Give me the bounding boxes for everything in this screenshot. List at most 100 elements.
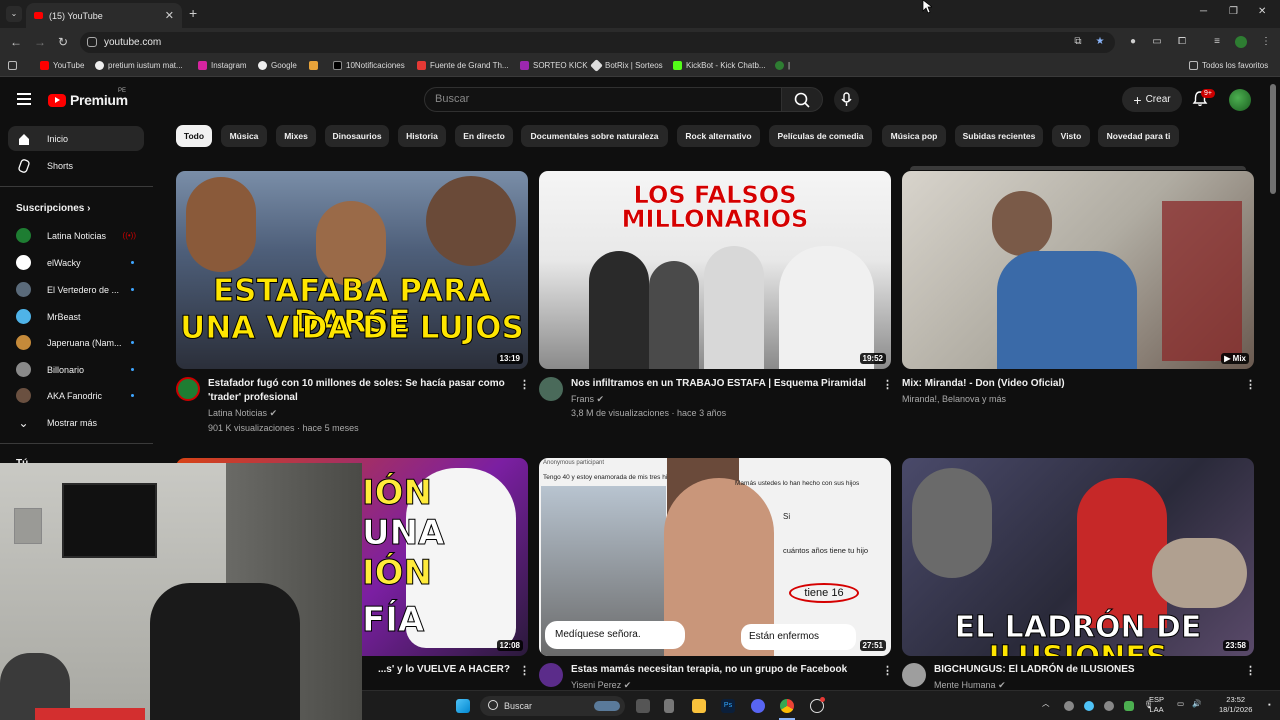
tray-icon[interactable] (1064, 701, 1074, 711)
chip-all[interactable]: Todo (176, 125, 212, 147)
tab-search-button[interactable]: ⌄ (6, 6, 22, 22)
hamburger-menu-icon[interactable] (17, 93, 31, 108)
bookmark-item[interactable]: 10Notificaciones (333, 61, 405, 70)
video-title[interactable]: BIGCHUNGUS: El LADRÓN de ILUSIONES (934, 663, 1234, 677)
chip[interactable]: Dinosaurios (325, 125, 389, 147)
search-input[interactable]: Buscar (424, 87, 782, 112)
discord-icon[interactable] (751, 699, 765, 713)
video-thumbnail[interactable]: Anonymous participant Tengo 40 y estoy e… (539, 458, 891, 656)
more-options-icon[interactable]: ⋮ (1245, 378, 1256, 391)
video-thumbnail[interactable]: EL LADRÓN DE ILUSIONES 23:58 (902, 458, 1254, 656)
maximize-icon[interactable]: ❐ (1229, 6, 1238, 17)
extension-icon[interactable]: ● (1127, 36, 1139, 48)
chip[interactable]: Documentales sobre naturaleza (521, 125, 668, 147)
new-tab-button[interactable]: + (189, 5, 197, 21)
chip[interactable]: En directo (455, 125, 513, 147)
video-title[interactable]: Mix: Miranda! - Don (Video Oficial) (902, 377, 1232, 391)
video-thumbnail[interactable]: LOS FALSOS MILLONARIOS 19:52 (539, 171, 891, 369)
bookmark-item[interactable]: YouTube (40, 61, 84, 70)
sidebar-item-shorts[interactable]: Shorts (8, 153, 144, 178)
clock[interactable]: 23:52 18/1/2026 (1219, 695, 1252, 715)
sidebar-item-home[interactable]: Inicio (8, 126, 144, 151)
channel-name[interactable]: Latina Noticias ✔ (208, 406, 277, 420)
channel-avatar[interactable] (539, 377, 563, 401)
sidebar-item-subscription[interactable]: El Vertedero de ... (8, 277, 144, 302)
sidebar-item-subscription[interactable]: Japeruana (Nam... (8, 330, 144, 355)
chip[interactable]: Mixes (276, 125, 316, 147)
chip[interactable]: Subidas recientes (955, 125, 1043, 147)
chip[interactable]: Música pop (882, 125, 946, 147)
video-title[interactable]: ...s' y lo VUELVE A HACER? (340, 663, 510, 677)
bookmark-item[interactable]: KickBot - Kick Chatb... (673, 61, 766, 70)
show-more-button[interactable]: ⌄ Mostrar más (8, 410, 144, 435)
site-info-icon[interactable] (87, 37, 97, 47)
volume-icon[interactable]: 🔊 (1192, 699, 1201, 709)
sidebar-item-subscription[interactable]: AKA Fanodric (8, 383, 144, 408)
url-field[interactable]: youtube.com (80, 32, 1115, 53)
sidebar-item-subscription[interactable]: elWacky (8, 250, 144, 275)
bookmark-item[interactable]: Google (258, 61, 297, 70)
apps-grid-icon[interactable] (8, 61, 17, 70)
channel-name[interactable]: Miranda!, Belanova y más (902, 392, 1006, 406)
extensions-puzzle-icon[interactable]: ⧠ (1176, 36, 1188, 48)
channel-name[interactable]: Frans ✔ (571, 392, 604, 406)
chip[interactable]: Visto (1052, 125, 1090, 147)
close-window-icon[interactable]: ✕ (1258, 6, 1266, 17)
install-app-icon[interactable]: ⧉ (1072, 36, 1084, 48)
chip[interactable]: Música (221, 125, 267, 147)
forward-icon[interactable]: → (34, 35, 46, 49)
tray-icon[interactable] (1084, 701, 1094, 711)
bookmark-item[interactable] (309, 61, 318, 70)
search-button[interactable] (781, 87, 823, 112)
youtube-premium-logo[interactable]: Premium PE (48, 88, 128, 108)
photoshop-icon[interactable]: Ps (721, 699, 735, 713)
bookmark-item[interactable]: pretium iustum mat... (95, 61, 183, 70)
tray-icon[interactable] (1104, 701, 1114, 711)
all-favorites-folder[interactable]: Todos los favoritos (1189, 61, 1268, 70)
scrollbar[interactable] (1270, 84, 1276, 194)
chevron-up-icon[interactable]: ︿ (1042, 699, 1050, 709)
voice-search-button[interactable] (834, 87, 859, 112)
task-view-icon[interactable] (636, 699, 650, 713)
sidebar-item-subscription[interactable]: MrBeast (8, 304, 144, 329)
more-options-icon[interactable]: ⋮ (1245, 664, 1256, 677)
channel-avatar[interactable] (539, 663, 563, 687)
sidebar-item-subscription[interactable]: Billonario (8, 357, 144, 382)
profile-avatar[interactable] (1235, 36, 1247, 48)
video-thumbnail[interactable]: ▶ Mix (902, 171, 1254, 369)
close-tab-icon[interactable]: ✕ (165, 9, 174, 22)
bookmark-item[interactable]: | (775, 61, 790, 70)
chip[interactable]: Películas de comedia (769, 125, 872, 147)
more-options-icon[interactable]: ⋮ (519, 378, 530, 391)
more-options-icon[interactable]: ⋮ (519, 664, 530, 677)
video-title[interactable]: Estafador fugó con 10 millones de soles:… (208, 377, 508, 405)
more-options-icon[interactable]: ⋮ (882, 664, 893, 677)
network-icon[interactable]: ▭ (1177, 699, 1184, 709)
bookmark-star-icon[interactable]: ★ (1094, 36, 1106, 48)
notification-center-icon[interactable]: ▪ (1268, 700, 1271, 710)
channel-avatar[interactable] (902, 663, 926, 687)
bookmark-item[interactable]: SORTEO KICK (520, 61, 588, 70)
video-title[interactable]: Nos infiltramos en un TRABAJO ESTAFA | E… (571, 377, 871, 391)
video-thumbnail[interactable]: ESTAFABA PARA DARSE UNA VIDA DE LUJOS 13… (176, 171, 528, 369)
more-options-icon[interactable]: ⋮ (882, 378, 893, 391)
chip[interactable]: Rock alternativo (677, 125, 760, 147)
menu-dots-icon[interactable]: ⋮ (1260, 36, 1272, 48)
account-avatar[interactable] (1229, 89, 1251, 111)
chip[interactable]: Novedad para ti (1098, 125, 1179, 147)
reading-list-icon[interactable]: ≡ (1211, 36, 1223, 48)
extension-icon[interactable]: ▭ (1151, 36, 1163, 48)
file-explorer-icon[interactable] (692, 699, 706, 713)
browser-tab[interactable]: (15) YouTube ✕ (26, 3, 182, 28)
video-title[interactable]: Estas mamás necesitan terapia, no un gru… (571, 663, 871, 677)
chrome-icon[interactable] (780, 699, 794, 713)
chip[interactable]: Historia (398, 125, 446, 147)
tray-icon[interactable] (1124, 701, 1134, 711)
windows-start-icon[interactable] (456, 699, 470, 713)
bookmark-item[interactable]: Fuente de Grand Th... (417, 61, 509, 70)
bookmark-item[interactable]: BotRix | Sorteos (590, 59, 663, 72)
bookmark-item[interactable]: Instagram (198, 61, 247, 70)
back-icon[interactable]: ← (10, 35, 22, 49)
language-indicator[interactable]: ESP LAA (1149, 695, 1164, 715)
subscriptions-header[interactable]: Suscripciones › (16, 203, 90, 214)
